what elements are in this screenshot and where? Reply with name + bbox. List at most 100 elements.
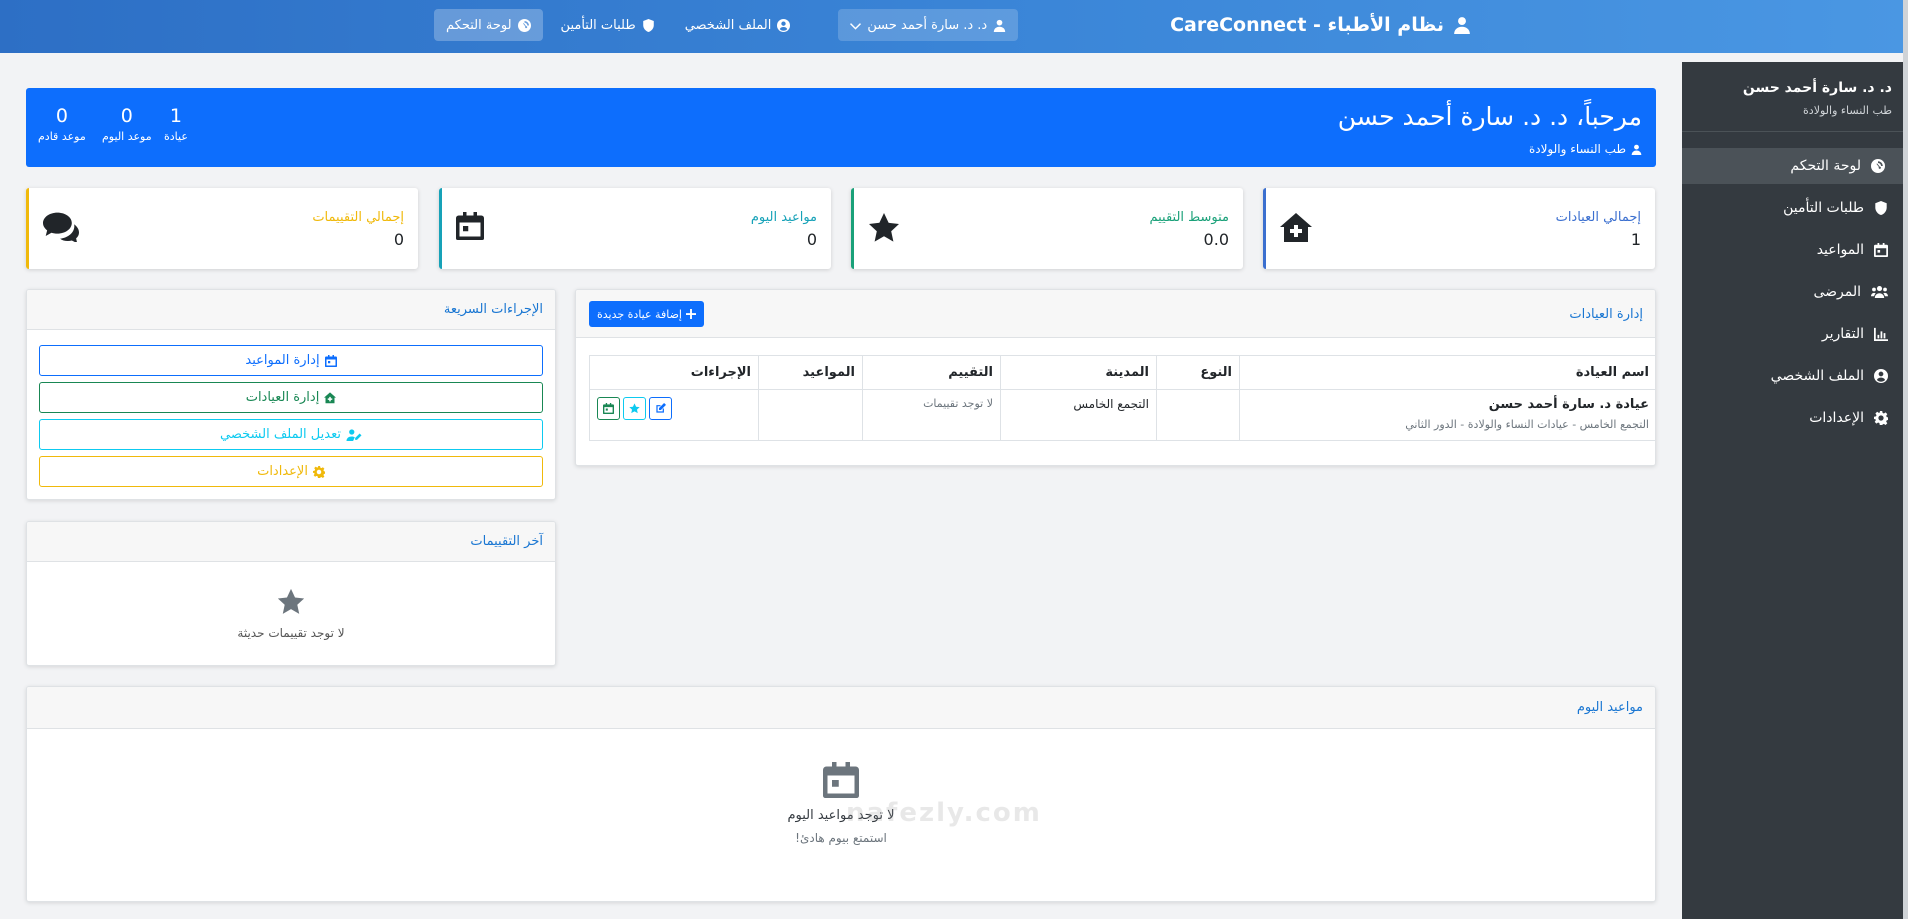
quick-actions-panel: الإجراءات السريعة إدارة المواعيد إدارة ا… — [26, 289, 556, 500]
gear-icon — [313, 466, 325, 478]
empty-title: لا توجد مواعيد اليوم — [787, 808, 895, 823]
sidebar-profile: د. د. سارة أحمد حسن طب النساء والولادة — [1682, 62, 1908, 132]
stat-card-label: متوسط التقييم — [1149, 210, 1229, 225]
manage-clinics-button[interactable]: إدارة العيادات — [39, 382, 543, 413]
quick-actions-header: الإجراءات السريعة — [27, 290, 555, 330]
stat-card-value: 0.0 — [1203, 230, 1229, 249]
user-circle-icon — [777, 19, 790, 32]
user-menu-label: د. د. سارة أحمد حسن — [867, 17, 988, 33]
edit-profile-button[interactable]: تعديل الملف الشخصي — [39, 419, 543, 450]
latest-reviews-title: آخر التقييمات — [470, 534, 543, 549]
button-label: إدارة المواعيد — [245, 353, 320, 368]
calendar-icon — [1874, 243, 1888, 257]
clinics-panel-header: إدارة العيادات إضافة عيادة جديدة — [576, 290, 1655, 338]
latest-reviews-header: آخر التقييمات — [27, 522, 555, 562]
clinic-icon — [324, 392, 336, 404]
user-menu-dropdown[interactable]: د. د. سارة أحمد حسن — [838, 9, 1019, 41]
stat-card-value: 0 — [806, 230, 817, 249]
today-appointments-title: مواعيد اليوم — [1576, 700, 1643, 715]
stat-card-total-reviews: إجمالي التقييمات 0 — [26, 188, 418, 269]
stat-card-total-clinics: إجمالي العيادات 1 — [1263, 188, 1655, 269]
manage-appointments-button[interactable]: إدارة المواعيد — [39, 345, 543, 376]
col-clinic-name: اسم العيادة — [1239, 355, 1655, 390]
user-circle-icon — [1874, 369, 1888, 383]
users-icon — [1871, 285, 1888, 299]
latest-reviews-empty: لا توجد تقييمات حديثة — [27, 588, 555, 640]
gauge-icon — [518, 19, 531, 32]
sidebar-specialty: طب النساء والولادة — [1803, 104, 1892, 117]
nav-profile[interactable]: الملف الشخصي — [673, 9, 803, 41]
clinic-type-cell — [1156, 389, 1240, 441]
clinic-address: التجمع الخامس - عيادات النساء والولادة -… — [1405, 418, 1649, 431]
gear-icon — [1874, 411, 1888, 425]
nav-insurance-label: طلبات التأمين — [560, 17, 636, 33]
edit-clinic-button[interactable] — [649, 397, 672, 420]
sidebar-item-label: لوحة التحكم — [1790, 158, 1861, 174]
nav-dashboard[interactable]: لوحة التحكم — [434, 9, 543, 41]
stat-value: 1 — [169, 105, 182, 127]
settings-button[interactable]: الإعدادات — [39, 456, 543, 487]
table-row: عيادة د. سارة أحمد حسن التجمع الخامس - ع… — [589, 389, 1655, 441]
brand[interactable]: نظام الأطباء - CareConnect — [1170, 0, 1471, 50]
gauge-icon — [1871, 159, 1885, 173]
sidebar-item-label: المرضى — [1813, 284, 1861, 300]
stat-card-label: إجمالي العيادات — [1555, 210, 1641, 225]
col-type: النوع — [1156, 355, 1240, 390]
sidebar-item-appointments[interactable]: المواعيد — [1682, 232, 1908, 268]
stat-card-value: 1 — [1630, 230, 1641, 249]
shield-icon — [642, 19, 655, 32]
calendar-icon — [456, 212, 484, 240]
welcome-specialty-text: طب النساء والولادة — [1528, 142, 1626, 156]
col-actions: الإجراءات — [589, 355, 759, 390]
today-appointments-empty: لا توجد مواعيد اليوم استمتع بيوم هادئ! — [27, 762, 1655, 845]
sidebar-item-settings[interactable]: الإعدادات — [1682, 400, 1908, 436]
watermark: nafezly.com — [846, 798, 1042, 828]
action-buttons — [597, 397, 751, 420]
sidebar-item-insurance[interactable]: طلبات التأمين — [1682, 190, 1908, 226]
today-appointments-panel: مواعيد اليوم لا توجد مواعيد اليوم استمتع… — [26, 686, 1656, 902]
clinic-rating-cell: لا توجد تقييمات — [862, 389, 1001, 441]
clinic-actions-cell — [589, 389, 759, 441]
clinics-table: اسم العيادة النوع المدينة التقييم المواع… — [589, 355, 1655, 441]
stat-card-label: مواعيد اليوم — [750, 210, 817, 225]
banner-stat-clinics: 1 عيادة — [164, 105, 188, 143]
today-appointments-header: مواعيد اليوم — [27, 687, 1655, 729]
sidebar-menu: لوحة التحكم طلبات التأمين المواعيد المرض… — [1682, 148, 1908, 436]
nav-dashboard-label: لوحة التحكم — [446, 17, 512, 33]
sidebar-item-profile[interactable]: الملف الشخصي — [1682, 358, 1908, 394]
clinics-panel: إدارة العيادات إضافة عيادة جديدة اسم الع… — [575, 289, 1656, 466]
clinic-icon — [1280, 212, 1312, 244]
stat-label: موعد اليوم — [102, 130, 152, 143]
col-rating: التقييم — [862, 355, 1001, 390]
empty-text: لا توجد تقييمات حديثة — [237, 626, 345, 640]
page-scrollbar[interactable] — [1903, 0, 1908, 919]
sidebar-item-label: المواعيد — [1816, 242, 1864, 258]
sidebar-item-patients[interactable]: المرضى — [1682, 274, 1908, 310]
sidebar-doctor-name: د. د. سارة أحمد حسن — [1742, 80, 1892, 96]
star-icon — [277, 588, 305, 616]
clinic-name: عيادة د. سارة أحمد حسن — [1488, 397, 1649, 412]
col-appointments: المواعيد — [758, 355, 863, 390]
clinic-appointments-button[interactable] — [597, 397, 620, 420]
add-clinic-label: إضافة عيادة جديدة — [597, 307, 682, 321]
welcome-title: مرحباً، د. د. سارة أحمد حسن — [1337, 102, 1642, 131]
sidebar-item-label: طلبات التأمين — [1783, 200, 1864, 216]
stat-value: 0 — [55, 105, 68, 127]
plus-icon — [686, 309, 696, 319]
sidebar-item-dashboard[interactable]: لوحة التحكم — [1682, 148, 1908, 184]
shield-icon — [1874, 201, 1888, 215]
nav-insurance-requests[interactable]: طلبات التأمين — [549, 9, 667, 41]
clinic-reviews-button[interactable] — [623, 397, 646, 420]
star-icon — [629, 403, 640, 414]
clinics-panel-title: إدارة العيادات — [1569, 307, 1643, 322]
add-clinic-button[interactable]: إضافة عيادة جديدة — [589, 301, 704, 327]
calendar-icon — [603, 403, 614, 414]
user-icon — [993, 19, 1006, 32]
nav-links: لوحة التحكم طلبات التأمين الملف الشخصي د… — [434, 9, 1019, 41]
clinic-city-cell: التجمع الخامس — [1000, 389, 1157, 441]
top-navbar: نظام الأطباء - CareConnect لوحة التحكم ط… — [0, 0, 1908, 53]
sidebar-item-reports[interactable]: التقارير — [1682, 316, 1908, 352]
sidebar-item-label: الإعدادات — [1809, 410, 1864, 426]
stat-label: موعد قادم — [38, 130, 86, 143]
user-edit-icon — [346, 429, 362, 441]
